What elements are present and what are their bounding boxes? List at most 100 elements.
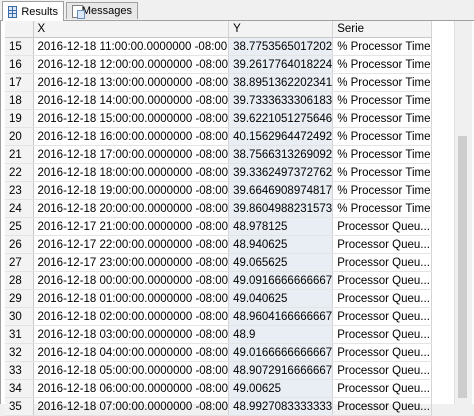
- serie-cell[interactable]: Processor Queu...: [332, 379, 432, 398]
- tab-results[interactable]: Results: [2, 1, 64, 21]
- row-number-cell[interactable]: 21: [5, 145, 34, 164]
- table-row[interactable]: 17 2016-12-18 13:00:00.0000000 -08:00 38.8…: [5, 73, 432, 92]
- x-cell[interactable]: 2016-12-17 22:00:00.0000000 -08:00: [33, 235, 230, 254]
- scrollbar-thumb[interactable]: [458, 136, 467, 398]
- row-number-cell[interactable]: 35: [5, 397, 34, 416]
- serie-cell[interactable]: % Processor Time: [332, 199, 432, 218]
- y-cell[interactable]: 40.1562964472492: [228, 127, 334, 146]
- row-number-cell[interactable]: 30: [5, 307, 34, 326]
- row-number-cell[interactable]: 26: [5, 235, 34, 254]
- row-number-cell[interactable]: 16: [5, 55, 34, 74]
- serie-cell[interactable]: % Processor Time: [332, 145, 432, 164]
- row-number-cell[interactable]: 28: [5, 271, 34, 290]
- serie-cell[interactable]: % Processor Time: [332, 73, 432, 92]
- serie-cell[interactable]: % Processor Time: [332, 55, 432, 74]
- y-cell[interactable]: 49.040625: [228, 289, 334, 308]
- vertical-scrollbar[interactable]: [454, 21, 472, 404]
- x-cell[interactable]: 2016-12-18 00:00:00.0000000 -08:00: [33, 271, 230, 290]
- table-row[interactable]: 24 2016-12-18 20:00:00.0000000 -08:00 39.8…: [5, 199, 432, 218]
- x-cell[interactable]: 2016-12-18 04:00:00.0000000 -08:00: [33, 343, 230, 362]
- table-row[interactable]: 19 2016-12-18 15:00:00.0000000 -08:00 39.6…: [5, 109, 432, 128]
- row-number-cell[interactable]: 15: [5, 37, 34, 56]
- y-cell[interactable]: 48.9: [228, 325, 334, 344]
- y-cell[interactable]: 38.7753565017202: [228, 37, 334, 56]
- x-cell[interactable]: 2016-12-18 14:00:00.0000000 -08:00: [33, 91, 230, 110]
- y-cell[interactable]: 39.3362497372762: [228, 163, 334, 182]
- serie-cell[interactable]: % Processor Time: [332, 109, 432, 128]
- row-number-cell[interactable]: 23: [5, 181, 34, 200]
- table-row[interactable]: 31 2016-12-18 03:00:00.0000000 -08:00 48.9…: [5, 325, 432, 344]
- table-row[interactable]: 22 2016-12-18 18:00:00.0000000 -08:00 39.3…: [5, 163, 432, 182]
- y-cell[interactable]: 39.2617764018224: [228, 55, 334, 74]
- table-row[interactable]: 28 2016-12-18 00:00:00.0000000 -08:00 49.0…: [5, 271, 432, 290]
- serie-cell[interactable]: Processor Queu...: [332, 361, 432, 380]
- x-cell[interactable]: 2016-12-18 03:00:00.0000000 -08:00: [33, 325, 230, 344]
- row-number-cell[interactable]: 31: [5, 325, 34, 344]
- y-cell[interactable]: 49.0166666666667: [228, 343, 334, 362]
- table-row[interactable]: 33 2016-12-18 05:00:00.0000000 -08:00 48.9…: [5, 361, 432, 380]
- x-cell[interactable]: 2016-12-18 20:00:00.0000000 -08:00: [33, 199, 230, 218]
- y-cell[interactable]: 38.7566313269092: [228, 145, 334, 164]
- row-number-cell[interactable]: 24: [5, 199, 34, 218]
- y-cell[interactable]: 48.9927083333333: [228, 397, 334, 416]
- serie-cell[interactable]: % Processor Time: [332, 91, 432, 110]
- table-row[interactable]: 20 2016-12-18 16:00:00.0000000 -08:00 40.1…: [5, 127, 432, 146]
- row-number-cell[interactable]: 22: [5, 163, 34, 182]
- y-cell[interactable]: 48.9072916666667: [228, 361, 334, 380]
- table-row[interactable]: 15 2016-12-18 11:00:00.0000000 -08:00 38.7…: [5, 37, 432, 56]
- y-cell[interactable]: 39.8604988231573: [228, 199, 334, 218]
- serie-cell[interactable]: Processor Queu...: [332, 271, 432, 290]
- x-cell[interactable]: 2016-12-18 18:00:00.0000000 -08:00: [33, 163, 230, 182]
- x-cell[interactable]: 2016-12-17 21:00:00.0000000 -08:00: [33, 217, 230, 236]
- column-header-y[interactable]: Y: [228, 21, 334, 38]
- table-row[interactable]: 35 2016-12-18 07:00:00.0000000 -08:00 48.9…: [5, 397, 432, 416]
- row-number-cell[interactable]: 29: [5, 289, 34, 308]
- y-cell[interactable]: 49.065625: [228, 253, 334, 272]
- serie-cell[interactable]: Processor Queu...: [332, 307, 432, 326]
- row-number-cell[interactable]: 17: [5, 73, 34, 92]
- serie-cell[interactable]: % Processor Time: [332, 163, 432, 182]
- row-number-cell[interactable]: 33: [5, 361, 34, 380]
- serie-cell[interactable]: % Processor Time: [332, 37, 432, 56]
- serie-cell[interactable]: Processor Queu...: [332, 253, 432, 272]
- y-cell[interactable]: 39.7333633306183: [228, 91, 334, 110]
- table-row[interactable]: 23 2016-12-18 19:00:00.0000000 -08:00 39.6…: [5, 181, 432, 200]
- serie-cell[interactable]: % Processor Time: [332, 181, 432, 200]
- y-cell[interactable]: 48.978125: [228, 217, 334, 236]
- table-row[interactable]: 29 2016-12-18 01:00:00.0000000 -08:00 49.0…: [5, 289, 432, 308]
- table-row[interactable]: 32 2016-12-18 04:00:00.0000000 -08:00 49.0…: [5, 343, 432, 362]
- column-header-serie[interactable]: Serie: [332, 21, 432, 38]
- x-cell[interactable]: 2016-12-18 11:00:00.0000000 -08:00: [33, 37, 230, 56]
- tab-messages[interactable]: Messages: [66, 2, 138, 19]
- row-number-cell[interactable]: 25: [5, 217, 34, 236]
- y-cell[interactable]: 49.00625: [228, 379, 334, 398]
- x-cell[interactable]: 2016-12-18 15:00:00.0000000 -08:00: [33, 109, 230, 128]
- serie-cell[interactable]: Processor Queu...: [332, 289, 432, 308]
- y-cell[interactable]: 48.940625: [228, 235, 334, 254]
- row-number-cell[interactable]: 19: [5, 109, 34, 128]
- serie-cell[interactable]: Processor Queu...: [332, 235, 432, 254]
- x-cell[interactable]: 2016-12-18 06:00:00.0000000 -08:00: [33, 379, 230, 398]
- table-row[interactable]: 30 2016-12-18 02:00:00.0000000 -08:00 48.9…: [5, 307, 432, 326]
- x-cell[interactable]: 2016-12-18 16:00:00.0000000 -08:00: [33, 127, 230, 146]
- table-row[interactable]: 34 2016-12-18 06:00:00.0000000 -08:00 49.0…: [5, 379, 432, 398]
- x-cell[interactable]: 2016-12-17 23:00:00.0000000 -08:00: [33, 253, 230, 272]
- table-row[interactable]: 21 2016-12-18 17:00:00.0000000 -08:00 38.7…: [5, 145, 432, 164]
- row-number-cell[interactable]: 18: [5, 91, 34, 110]
- y-cell[interactable]: 48.9604166666667: [228, 307, 334, 326]
- table-row[interactable]: 18 2016-12-18 14:00:00.0000000 -08:00 39.7…: [5, 91, 432, 110]
- serie-cell[interactable]: Processor Queu...: [332, 217, 432, 236]
- serie-cell[interactable]: % Processor Time: [332, 127, 432, 146]
- serie-cell[interactable]: Processor Queu...: [332, 325, 432, 344]
- y-cell[interactable]: 49.0916666666667: [228, 271, 334, 290]
- x-cell[interactable]: 2016-12-18 02:00:00.0000000 -08:00: [33, 307, 230, 326]
- row-number-header[interactable]: [5, 21, 34, 38]
- table-row[interactable]: 25 2016-12-17 21:00:00.0000000 -08:00 48.9…: [5, 217, 432, 236]
- x-cell[interactable]: 2016-12-18 01:00:00.0000000 -08:00: [33, 289, 230, 308]
- row-number-cell[interactable]: 27: [5, 253, 34, 272]
- results-grid[interactable]: X Y Serie 15 2016-12-18 11:00:00.0000000 …: [0, 21, 474, 416]
- column-header-x[interactable]: X: [33, 21, 230, 38]
- x-cell[interactable]: 2016-12-18 17:00:00.0000000 -08:00: [33, 145, 230, 164]
- serie-cell[interactable]: Processor Queu...: [332, 343, 432, 362]
- table-row[interactable]: 26 2016-12-17 22:00:00.0000000 -08:00 48.9…: [5, 235, 432, 254]
